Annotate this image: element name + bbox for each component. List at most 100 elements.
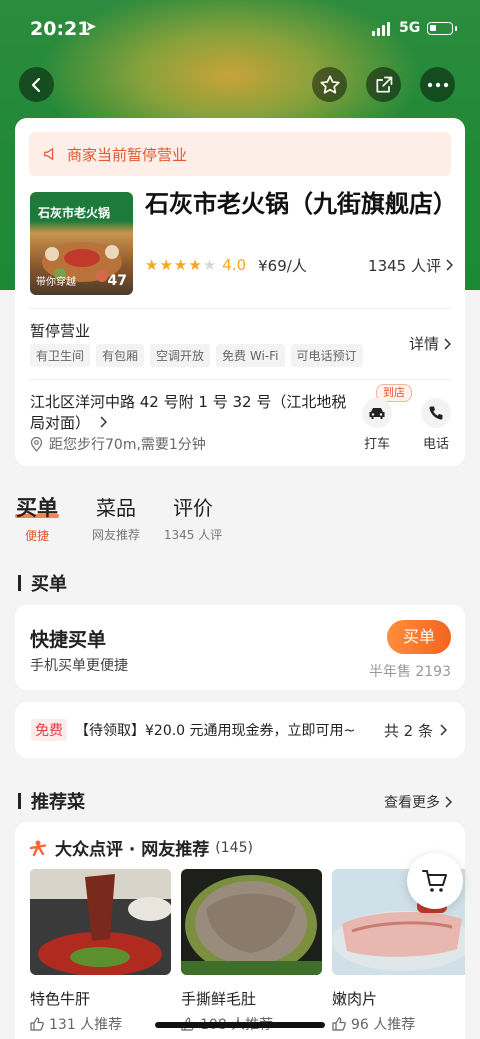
- phone-label: 电话: [422, 437, 449, 452]
- network-type: 5G: [399, 20, 421, 36]
- buy-section-title-text: 买单: [31, 574, 67, 595]
- reviews-count: 1345 人评: [368, 256, 441, 275]
- star-outline-icon: [319, 74, 340, 94]
- see-more-link[interactable]: 查看更多: [384, 792, 452, 812]
- divider: [30, 308, 450, 309]
- cart-button[interactable]: [407, 853, 463, 909]
- location-arrow-icon: ➤: [85, 19, 97, 35]
- quick-pay-subtitle: 手机买单更便捷: [30, 658, 128, 674]
- walking-distance: 距您步行70m,需要1分钟: [30, 434, 206, 454]
- quick-pay-title: 快捷买单: [30, 629, 107, 651]
- taxi-label: 打车: [363, 437, 390, 452]
- facility-tags: 有卫生间 有包厢 空调开放 免费 Wi-Fi 可电话预订: [30, 344, 363, 367]
- price-per-person: ¥69/人: [258, 256, 307, 275]
- half-year-sales: 半年售 2193: [368, 664, 451, 680]
- star-icon: ★: [202, 255, 217, 274]
- more-button[interactable]: [420, 67, 455, 102]
- closed-notice-text: 商家当前暂停营业: [67, 145, 188, 164]
- chevron-right-icon: [446, 259, 453, 271]
- chevron-right-icon: [444, 337, 451, 350]
- facility-tag: 可电话预订: [290, 344, 363, 367]
- star-rating: ★ ★ ★ ★ ★: [145, 255, 217, 274]
- dish-item[interactable]: 手撕鲜毛肚 108 人推荐: [181, 869, 322, 1034]
- star-icon: ★: [145, 255, 159, 274]
- status-time: 20:21: [30, 18, 91, 40]
- share-icon: [376, 76, 392, 92]
- tab-label: 菜品: [96, 496, 136, 520]
- free-tag: 免费: [31, 719, 67, 741]
- signal-icon: [372, 22, 390, 36]
- star-icon: ★: [173, 255, 188, 274]
- facility-tag: 有包厢: [96, 344, 145, 367]
- recommend-count: (145): [215, 839, 253, 856]
- dish-image: [181, 869, 322, 975]
- recommend-header-text: 大众点评 · 网友推荐: [55, 840, 210, 860]
- tab-label: 评价: [173, 496, 213, 520]
- taxi-button[interactable]: 打车: [357, 398, 397, 452]
- store-address-text: 江北区洋河中路 42 号附 1 号 32 号（江北地税局对面）: [30, 393, 347, 432]
- car-icon: [362, 398, 392, 428]
- coupon-count-text: 共 2 条: [383, 721, 433, 740]
- details-label: 详情: [408, 335, 439, 353]
- section-tabs: 买单 便捷 菜品 网友推荐 评价 1345 人评: [15, 492, 465, 544]
- rating-value: 4.0: [222, 256, 247, 274]
- dish-image: [30, 869, 171, 975]
- dish-name: 特色牛肝: [30, 990, 91, 1008]
- store-image-caption: 带你穿越: [36, 277, 76, 288]
- chevron-right-icon: [100, 416, 107, 428]
- buy-button[interactable]: 买单: [387, 620, 451, 654]
- dish-likes-text: 96 人推荐: [351, 1017, 416, 1033]
- buy-section-title: 买单: [18, 570, 67, 596]
- status-bar: 20:21 ➤ 5G: [0, 0, 480, 56]
- see-more-label: 查看更多: [384, 795, 440, 811]
- dish-name: 嫩肉片: [332, 990, 378, 1008]
- phone-button[interactable]: 电话: [416, 398, 456, 452]
- reviews-link[interactable]: 1345 人评: [368, 255, 453, 276]
- rating-row: ★ ★ ★ ★ ★ 4.0 ¥69/人 1345 人评: [145, 254, 453, 276]
- tab-reviews[interactable]: 评价 1345 人评: [161, 492, 225, 543]
- tab-label: 买单: [16, 496, 58, 520]
- home-indicator[interactable]: [155, 1022, 325, 1028]
- chevron-left-icon: [31, 77, 40, 92]
- business-status: 暂停营业: [30, 322, 91, 340]
- store-address[interactable]: 江北区洋河中路 42 号附 1 号 32 号（江北地税局对面）: [30, 392, 350, 434]
- quick-pay-card: 快捷买单 手机买单更便捷 买单 半年售 2193: [15, 605, 465, 690]
- location-pin-icon: [30, 436, 43, 452]
- tab-sub: 1345 人评: [163, 528, 223, 542]
- coupon-card[interactable]: 免费 【待领取】¥20.0 元通用现金券，立即可用~ 共 2 条: [15, 702, 465, 758]
- star-icon: ★: [159, 255, 173, 274]
- tab-sub: 网友推荐: [91, 528, 140, 542]
- divider: [30, 379, 450, 380]
- tab-dishes[interactable]: 菜品 网友推荐: [91, 492, 141, 543]
- dish-likes-text: 131 人推荐: [49, 1017, 123, 1033]
- thumbs-up-icon: [30, 1017, 44, 1031]
- dish-likes: 96 人推荐: [332, 1014, 465, 1034]
- favorite-button[interactable]: [312, 67, 347, 102]
- dish-item[interactable]: 特色牛肝 131 人推荐: [30, 869, 171, 1034]
- closed-notice: 商家当前暂停营业: [29, 132, 451, 176]
- dish-likes: 131 人推荐: [30, 1014, 171, 1034]
- thumbs-up-icon: [332, 1017, 346, 1031]
- store-image-title: 石灰市老火锅: [38, 206, 111, 220]
- store-image[interactable]: 石灰市老火锅 带你穿越 47: [30, 192, 133, 295]
- recommend-section-title: 推荐菜: [18, 788, 85, 814]
- recommend-section-title-text: 推荐菜: [31, 792, 85, 813]
- store-info-card: 商家当前暂停营业 石灰市老火锅 带你穿越 47 石灰市老火锅（九街旗舰店） ★ ★…: [15, 118, 465, 466]
- store-name: 石灰市老火锅（九街旗舰店）: [145, 190, 457, 218]
- coupon-count: 共 2 条: [384, 720, 447, 741]
- cart-icon: [422, 870, 447, 892]
- back-button[interactable]: [19, 67, 54, 102]
- share-button[interactable]: [366, 67, 401, 102]
- facility-tag: 免费 Wi-Fi: [216, 344, 285, 367]
- photo-count: 47: [107, 273, 127, 289]
- distance-text: 距您步行70m,需要1分钟: [49, 437, 206, 453]
- chevron-right-icon: [445, 796, 452, 808]
- tab-buy[interactable]: 买单 便捷: [15, 492, 59, 544]
- ellipsis-icon: [427, 82, 448, 87]
- megaphone-icon: [43, 147, 57, 161]
- recommend-header: 大众点评 · 网友推荐 (145): [29, 835, 253, 860]
- coupon-text: 【待领取】¥20.0 元通用现金券，立即可用~: [75, 723, 356, 739]
- recommended-dishes-card: 大众点评 · 网友推荐 (145) 特色牛肝 131 人推荐 手撕鲜毛肚 嫩肉片…: [15, 822, 465, 1039]
- details-link[interactable]: 详情: [409, 333, 451, 354]
- star-icon: ★: [188, 255, 202, 274]
